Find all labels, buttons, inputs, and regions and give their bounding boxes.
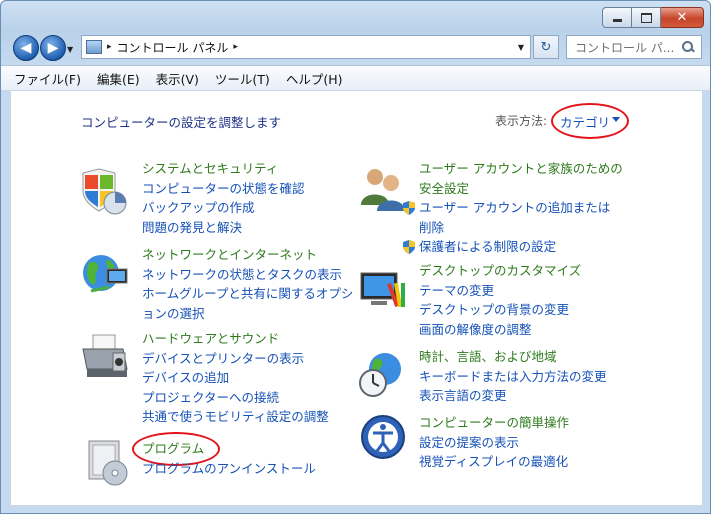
category-appearance: デスクトップのカスタマイズ テーマの変更 デスクトップの背景の変更 画面の解像度… bbox=[419, 261, 581, 339]
printer-icon bbox=[82, 334, 128, 377]
create-backup-link[interactable]: バックアップの作成 bbox=[142, 198, 305, 218]
clock-globe-icon bbox=[359, 353, 401, 397]
maximize-button[interactable] bbox=[632, 7, 661, 28]
system-security-title[interactable]: システムとセキュリティ bbox=[142, 159, 305, 179]
view-network-status-link[interactable]: ネットワークの状態とタスクの表示 bbox=[142, 265, 353, 285]
recent-pages-dropdown[interactable]: ▼ bbox=[67, 45, 73, 54]
homegroup-sharing-options-link[interactable]: ホームグループと共有に関するオプシ bbox=[142, 284, 353, 304]
category-system-security: システムとセキュリティ コンピューターの状態を確認 バックアップの作成 問題の発… bbox=[142, 159, 305, 237]
page-title: コンピューターの設定を調整します bbox=[81, 115, 282, 130]
desktop-palette-icon bbox=[360, 272, 405, 308]
adjust-mobility-settings-link[interactable]: 共通で使うモビリティ設定の調整 bbox=[142, 407, 329, 427]
category-ease-of-access: コンピューターの簡単操作 設定の提案の表示 視覚ディスプレイの最適化 bbox=[419, 413, 569, 472]
category-clock-language-region: 時計、言語、および地域 キーボードまたは入力方法の変更 表示言語の変更 bbox=[419, 347, 607, 406]
user-accounts-title[interactable]: ユーザー アカウントと家族のための bbox=[419, 159, 623, 179]
network-globe-icon bbox=[83, 255, 128, 293]
change-display-language-link[interactable]: 表示言語の変更 bbox=[419, 386, 607, 406]
appearance-title[interactable]: デスクトップのカスタマイズ bbox=[419, 261, 581, 281]
optimize-visual-display-link[interactable]: 視覚ディスプレイの最適化 bbox=[419, 452, 569, 472]
menu-edit[interactable]: 編集(E) bbox=[89, 69, 148, 88]
search-box[interactable]: コントロール パ... bbox=[566, 35, 702, 59]
menu-help[interactable]: ヘルプ(H) bbox=[278, 69, 351, 88]
uac-shield-icon bbox=[403, 240, 415, 254]
forward-arrow-icon: ▶ bbox=[47, 40, 59, 56]
change-keyboard-input-link[interactable]: キーボードまたは入力方法の変更 bbox=[419, 367, 607, 387]
add-remove-user-accounts-link-cont[interactable]: 削除 bbox=[419, 218, 623, 238]
user-accounts-title-cont[interactable]: 安全設定 bbox=[419, 179, 623, 199]
breadcrumb-separator[interactable]: ▸ bbox=[233, 42, 238, 52]
menu-tools[interactable]: ツール(T) bbox=[207, 69, 278, 88]
window-controls: ✕ bbox=[602, 7, 704, 28]
homegroup-sharing-options-link-cont[interactable]: ョンの選択 bbox=[142, 304, 353, 324]
add-remove-user-accounts-label: ユーザー アカウントの追加または bbox=[419, 200, 611, 215]
programs-icon bbox=[88, 440, 128, 486]
search-icon[interactable] bbox=[681, 40, 695, 54]
address-dropdown[interactable]: ▼ bbox=[518, 43, 524, 52]
ease-of-access-title[interactable]: コンピューターの簡単操作 bbox=[419, 413, 569, 433]
highlight-circle-view-by bbox=[551, 103, 629, 139]
refresh-button[interactable]: ↻ bbox=[533, 35, 559, 59]
view-devices-printers-link[interactable]: デバイスとプリンターの表示 bbox=[142, 349, 329, 369]
adjust-screen-resolution-link[interactable]: 画面の解像度の調整 bbox=[419, 320, 581, 340]
breadcrumb-separator[interactable]: ▸ bbox=[107, 42, 112, 52]
refresh-icon: ↻ bbox=[540, 39, 552, 55]
find-fix-problems-link[interactable]: 問題の発見と解決 bbox=[142, 218, 305, 238]
minimize-icon bbox=[612, 19, 622, 22]
menu-bar: ファイル(F) 編集(E) 表示(V) ツール(T) ヘルプ(H) bbox=[1, 65, 710, 91]
view-by-label: 表示方法: bbox=[495, 114, 548, 128]
menu-file[interactable]: ファイル(F) bbox=[1, 69, 89, 88]
connect-projector-link[interactable]: プロジェクターへの接続 bbox=[142, 388, 329, 408]
change-theme-link[interactable]: テーマの変更 bbox=[419, 281, 581, 301]
back-button[interactable]: ◀ bbox=[13, 35, 39, 61]
control-panel-icon bbox=[86, 40, 102, 54]
clock-language-region-title[interactable]: 時計、言語、および地域 bbox=[419, 347, 607, 367]
forward-button[interactable]: ▶ bbox=[40, 35, 66, 61]
back-arrow-icon: ◀ bbox=[20, 40, 32, 56]
category-hardware-sound: ハードウェアとサウンド デバイスとプリンターの表示 デバイスの追加 プロジェクタ… bbox=[142, 329, 329, 427]
network-internet-title[interactable]: ネットワークとインターネット bbox=[142, 245, 353, 265]
add-device-link[interactable]: デバイスの追加 bbox=[142, 368, 329, 388]
category-network-internet: ネットワークとインターネット ネットワークの状態とタスクの表示 ホームグループと… bbox=[142, 245, 353, 323]
check-computer-status-link[interactable]: コンピューターの状態を確認 bbox=[142, 179, 305, 199]
control-panel-window: ✕ ◀ ▶ ▼ ▸ コントロール パネル ▸ ▼ ↻ コントロール パ... フ… bbox=[0, 0, 711, 514]
menu-view[interactable]: 表示(V) bbox=[148, 69, 207, 88]
search-input[interactable]: コントロール パ... bbox=[575, 39, 681, 56]
users-icon bbox=[361, 169, 405, 211]
hardware-sound-title[interactable]: ハードウェアとサウンド bbox=[142, 329, 329, 349]
category-user-accounts: ユーザー アカウントと家族のための 安全設定 ユーザー アカウントの追加または … bbox=[403, 159, 623, 257]
address-bar[interactable]: ▸ コントロール パネル ▸ ▼ bbox=[81, 35, 531, 59]
close-button[interactable]: ✕ bbox=[661, 7, 704, 28]
uninstall-program-link[interactable]: プログラムのアンインストール bbox=[142, 459, 316, 479]
uac-shield-icon bbox=[403, 201, 415, 215]
add-remove-user-accounts-link[interactable]: ユーザー アカウントの追加または bbox=[403, 198, 623, 218]
parental-controls-link[interactable]: 保護者による制限の設定 bbox=[403, 237, 623, 257]
shield-icon bbox=[82, 168, 127, 215]
breadcrumb-control-panel[interactable]: コントロール パネル bbox=[117, 39, 229, 56]
let-windows-suggest-settings-link[interactable]: 設定の提案の表示 bbox=[419, 433, 569, 453]
programs-title[interactable]: プログラム bbox=[142, 439, 316, 459]
ease-of-access-icon bbox=[361, 415, 405, 459]
close-icon: ✕ bbox=[676, 10, 688, 25]
change-desktop-background-link[interactable]: デスクトップの背景の変更 bbox=[419, 300, 581, 320]
maximize-icon bbox=[640, 12, 652, 23]
control-panel-content: コンピューターの設定を調整します 表示方法: カテゴリ システムとセキュリティ … bbox=[10, 90, 703, 506]
category-programs: プログラム プログラムのアンインストール bbox=[142, 439, 316, 478]
parental-controls-label: 保護者による制限の設定 bbox=[419, 239, 557, 254]
minimize-button[interactable] bbox=[602, 7, 632, 28]
